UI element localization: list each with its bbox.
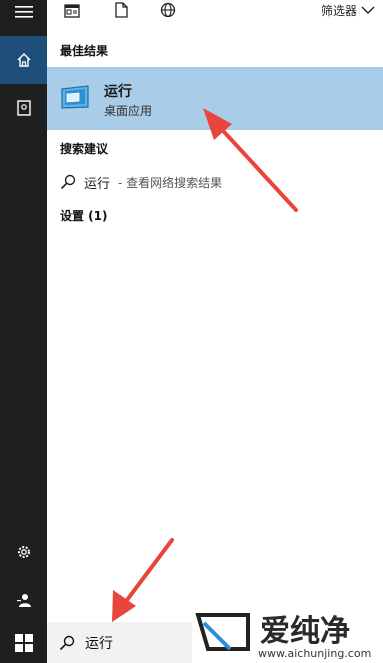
taskbar-search-box[interactable]: 运行 bbox=[47, 622, 192, 663]
search-input[interactable]: 运行 bbox=[85, 633, 113, 653]
globe-icon bbox=[160, 2, 176, 18]
search-icon bbox=[60, 174, 76, 190]
chevron-down-icon bbox=[361, 6, 375, 14]
suggestion-hint: - 查看网络搜索结果 bbox=[118, 175, 223, 190]
watermark-url: www.aichunjing.com bbox=[258, 647, 371, 660]
windows-logo-icon bbox=[14, 633, 33, 652]
sidebar-notebook-button[interactable] bbox=[0, 84, 47, 132]
search-suggestions-heading: 搜索建议 bbox=[60, 142, 109, 156]
hamburger-button[interactable] bbox=[0, 0, 47, 24]
gear-icon bbox=[17, 546, 30, 558]
sidebar-home-button[interactable] bbox=[0, 36, 47, 84]
filter-toolbar: 筛选器 bbox=[47, 0, 383, 25]
watermark-brand: 爱纯净 bbox=[260, 614, 350, 649]
start-button[interactable] bbox=[0, 622, 47, 663]
web-filter-button[interactable] bbox=[160, 2, 176, 22]
search-results-panel: 筛选器 最佳结果 运行 桌面应用 搜索建议 运行 - 查看网络搜索结果 设置 (… bbox=[47, 0, 383, 622]
best-match-heading: 最佳结果 bbox=[60, 44, 109, 58]
best-match-subtitle: 桌面应用 bbox=[104, 104, 153, 118]
home-icon bbox=[17, 53, 30, 67]
run-app-icon bbox=[61, 85, 89, 109]
document-filter-button[interactable] bbox=[64, 3, 80, 22]
file-icon bbox=[115, 2, 128, 18]
filter-label: 筛选器 bbox=[320, 3, 357, 18]
document-icon bbox=[64, 4, 80, 18]
hamburger-icon bbox=[14, 6, 33, 18]
filter-dropdown[interactable]: 筛选器 bbox=[321, 0, 375, 20]
sidebar bbox=[0, 0, 47, 663]
file-filter-button[interactable] bbox=[115, 2, 128, 22]
best-match-title: 运行 bbox=[104, 84, 132, 100]
best-match-item[interactable]: 运行 桌面应用 bbox=[47, 67, 383, 130]
suggestion-query: 运行 bbox=[84, 176, 111, 192]
search-icon bbox=[59, 635, 75, 650]
sidebar-user-button[interactable] bbox=[0, 576, 47, 624]
web-suggestion-item[interactable]: 运行 - 查看网络搜索结果 bbox=[60, 170, 222, 194]
settings-heading[interactable]: 设置 (1) bbox=[60, 207, 108, 224]
user-icon bbox=[16, 594, 31, 607]
watermark-logo: 爱纯净 www.aichunjing.com bbox=[195, 613, 371, 660]
notebook-icon bbox=[16, 100, 31, 116]
sidebar-settings-button[interactable] bbox=[0, 528, 47, 576]
